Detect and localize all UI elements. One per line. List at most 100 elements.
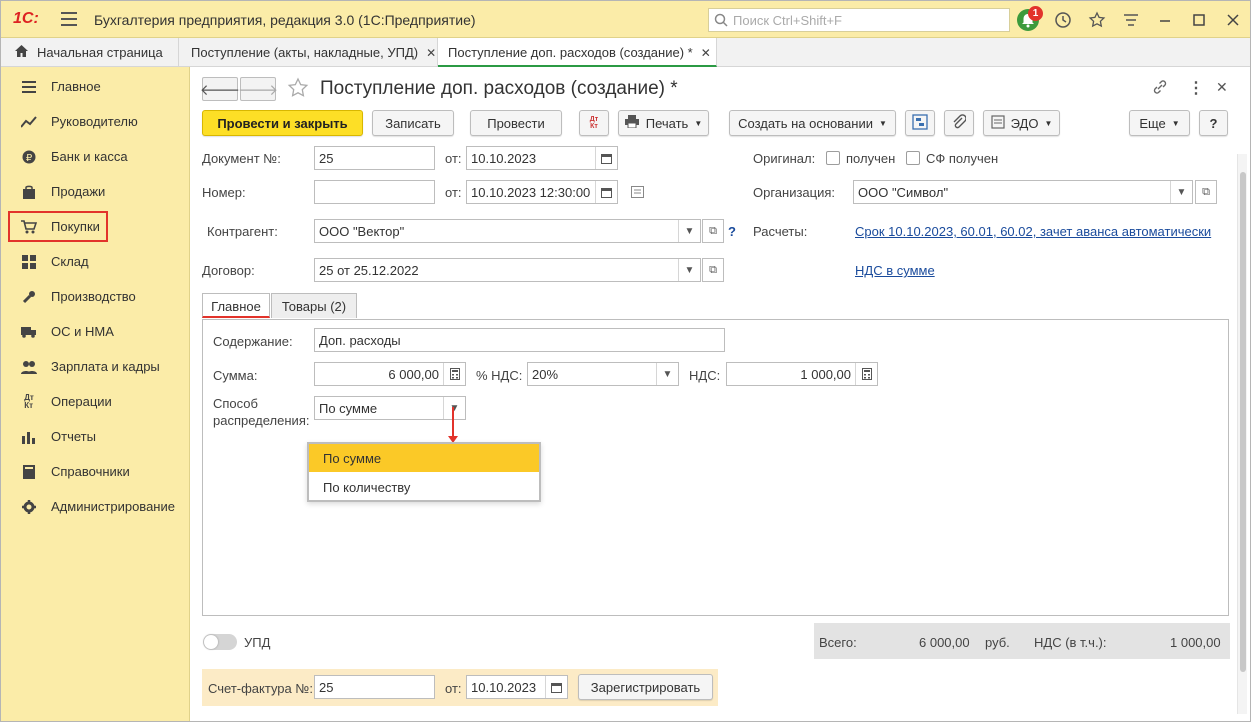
close-tab-icon[interactable]: ✕ bbox=[426, 46, 436, 60]
more-button[interactable]: Еще ▼ bbox=[1129, 110, 1190, 136]
sidebar-item-director[interactable]: Руководителю bbox=[9, 106, 184, 137]
distribution-label-line1: Способ bbox=[213, 396, 258, 411]
print-button[interactable]: Печать ▼ bbox=[618, 110, 709, 136]
tab-home[interactable]: Начальная страница bbox=[1, 38, 179, 67]
more-options-icon[interactable]: ⋮ bbox=[1188, 78, 1204, 98]
sidebar-item-purchases[interactable]: Покупки bbox=[8, 211, 108, 242]
post-and-close-button[interactable]: Провести и закрыть bbox=[202, 110, 363, 136]
sum-value: 6 000,00 bbox=[388, 367, 439, 382]
chevron-down-icon[interactable]: ▼ bbox=[443, 397, 465, 419]
sum-label: Сумма: bbox=[213, 368, 258, 383]
original-received-checkbox[interactable] bbox=[826, 151, 840, 165]
close-window-icon[interactable] bbox=[1223, 10, 1243, 30]
sidebar-item-label: Главное bbox=[51, 79, 101, 94]
save-button[interactable]: Записать bbox=[372, 110, 454, 136]
content-field[interactable]: Доп. расходы bbox=[314, 328, 725, 352]
sum-field[interactable]: 6 000,00 bbox=[314, 362, 466, 386]
sidebar-item-operations[interactable]: Дт Кт Операции bbox=[9, 386, 184, 417]
people-icon bbox=[21, 359, 37, 375]
chevron-down-icon[interactable]: ▼ bbox=[678, 259, 700, 281]
link-icon[interactable] bbox=[1152, 79, 1168, 98]
settings-menu-icon[interactable] bbox=[1121, 10, 1141, 30]
vat-in-amount-link[interactable]: НДС в сумме bbox=[855, 263, 935, 278]
edo-label: ЭДО bbox=[1010, 115, 1039, 131]
total-label: Всего: bbox=[819, 635, 857, 650]
attachments-button[interactable] bbox=[944, 110, 974, 136]
dt-kt-report-button[interactable]: Дт Кт bbox=[579, 110, 609, 136]
sidebar-item-administration[interactable]: Администрирование bbox=[9, 491, 184, 522]
print-label: Печать bbox=[645, 115, 689, 131]
history-icon[interactable] bbox=[1053, 10, 1073, 30]
sidebar-item-warehouse[interactable]: Склад bbox=[9, 246, 184, 277]
total-value: 6 000,00 bbox=[919, 635, 970, 650]
open-contractor-button[interactable]: ⧉ bbox=[702, 219, 724, 243]
open-contract-button[interactable]: ⧉ bbox=[702, 258, 724, 282]
post-button[interactable]: Провести bbox=[470, 110, 562, 136]
invoice-number-field[interactable]: 25 bbox=[314, 675, 435, 699]
tab-receipts[interactable]: Поступление (акты, накладные, УПД) ✕ bbox=[179, 38, 438, 67]
help-button[interactable]: ? bbox=[1199, 110, 1228, 136]
minimize-icon[interactable] bbox=[1155, 10, 1175, 30]
sidebar-item-sales[interactable]: Продажи bbox=[9, 176, 184, 207]
invoice-date-field[interactable]: 10.10.2023 bbox=[466, 675, 568, 699]
sidebar-item-label: Банк и касса bbox=[51, 149, 128, 164]
sf-received-checkbox[interactable] bbox=[906, 151, 920, 165]
vat-included-value: 1 000,00 bbox=[1170, 635, 1221, 650]
dropdown-option-by-quantity[interactable]: По количеству bbox=[309, 473, 539, 501]
tab-main[interactable]: Главное bbox=[202, 293, 270, 318]
document-icon[interactable] bbox=[631, 186, 644, 201]
chevron-down-icon[interactable]: ▼ bbox=[678, 220, 700, 242]
sidebar-item-salary[interactable]: Зарплата и кадры bbox=[9, 351, 184, 382]
sidebar-item-production[interactable]: Производство bbox=[9, 281, 184, 312]
sidebar-item-references[interactable]: Справочники bbox=[9, 456, 184, 487]
calendar-icon[interactable] bbox=[595, 181, 617, 203]
close-tab-icon[interactable]: ✕ bbox=[701, 46, 711, 60]
contractor-field[interactable]: ООО "Вектор" ▼ bbox=[314, 219, 701, 243]
organization-field[interactable]: ООО "Символ" ▼ bbox=[853, 180, 1193, 204]
structure-button[interactable] bbox=[905, 110, 935, 136]
calculator-icon[interactable] bbox=[855, 363, 877, 385]
close-form-icon[interactable]: ✕ bbox=[1216, 79, 1228, 96]
tab-goods[interactable]: Товары (2) bbox=[271, 293, 357, 318]
maximize-icon[interactable] bbox=[1189, 10, 1209, 30]
number-field[interactable] bbox=[314, 180, 435, 204]
forward-button[interactable]: 🡒 bbox=[238, 77, 278, 101]
dropdown-option-by-sum[interactable]: По сумме bbox=[309, 444, 539, 472]
open-organization-button[interactable]: ⧉ bbox=[1195, 180, 1217, 204]
sidebar-item-main[interactable]: Главное bbox=[9, 71, 184, 102]
book-icon bbox=[21, 464, 37, 480]
favorite-star-icon[interactable] bbox=[287, 77, 309, 102]
tab-additional-expenses[interactable]: Поступление доп. расходов (создание) * ✕ bbox=[438, 38, 717, 67]
calendar-icon[interactable] bbox=[595, 147, 617, 169]
main-menu-icon[interactable] bbox=[61, 12, 77, 26]
vat-rate-field[interactable]: 20% ▼ bbox=[527, 362, 679, 386]
contract-label: Договор: bbox=[202, 263, 255, 278]
calendar-icon[interactable] bbox=[545, 676, 567, 698]
distribution-field[interactable]: По сумме ▼ bbox=[314, 396, 466, 420]
sidebar-item-bank[interactable]: ₽ Банк и касса bbox=[9, 141, 184, 172]
edo-button[interactable]: ЭДО ▼ bbox=[983, 110, 1060, 136]
search-icon bbox=[714, 13, 728, 27]
chevron-down-icon[interactable]: ▼ bbox=[1170, 181, 1192, 203]
chevron-down-icon[interactable]: ▼ bbox=[656, 363, 678, 385]
datetime-field[interactable]: 10.10.2023 12:30:00 bbox=[466, 180, 618, 204]
sidebar-item-fixed-assets[interactable]: ОС и НМА bbox=[9, 316, 184, 347]
sidebar-item-reports[interactable]: Отчеты bbox=[9, 421, 184, 452]
create-based-on-button[interactable]: Создать на основании ▼ bbox=[729, 110, 896, 136]
help-question-icon[interactable]: ? bbox=[728, 224, 736, 239]
home-icon bbox=[15, 45, 29, 60]
calculator-icon[interactable] bbox=[443, 363, 465, 385]
register-button[interactable]: Зарегистрировать bbox=[578, 674, 713, 700]
chart-line-icon bbox=[21, 114, 37, 130]
open-icon: ⧉ bbox=[1202, 185, 1210, 198]
search-input[interactable]: Поиск Ctrl+Shift+F bbox=[708, 8, 1010, 32]
vat-field[interactable]: 1 000,00 bbox=[726, 362, 878, 386]
doc-number-field[interactable]: 25 bbox=[314, 146, 435, 170]
back-button[interactable]: 🡐 bbox=[200, 77, 240, 101]
contract-field[interactable]: 25 от 25.12.2022 ▼ bbox=[314, 258, 701, 282]
vertical-scrollbar[interactable] bbox=[1237, 154, 1247, 714]
upd-toggle[interactable] bbox=[203, 634, 237, 650]
settlements-link[interactable]: Срок 10.10.2023, 60.01, 60.02, зачет ава… bbox=[855, 224, 1211, 239]
favorites-star-icon[interactable] bbox=[1087, 10, 1107, 30]
doc-date-field[interactable]: 10.10.2023 bbox=[466, 146, 618, 170]
